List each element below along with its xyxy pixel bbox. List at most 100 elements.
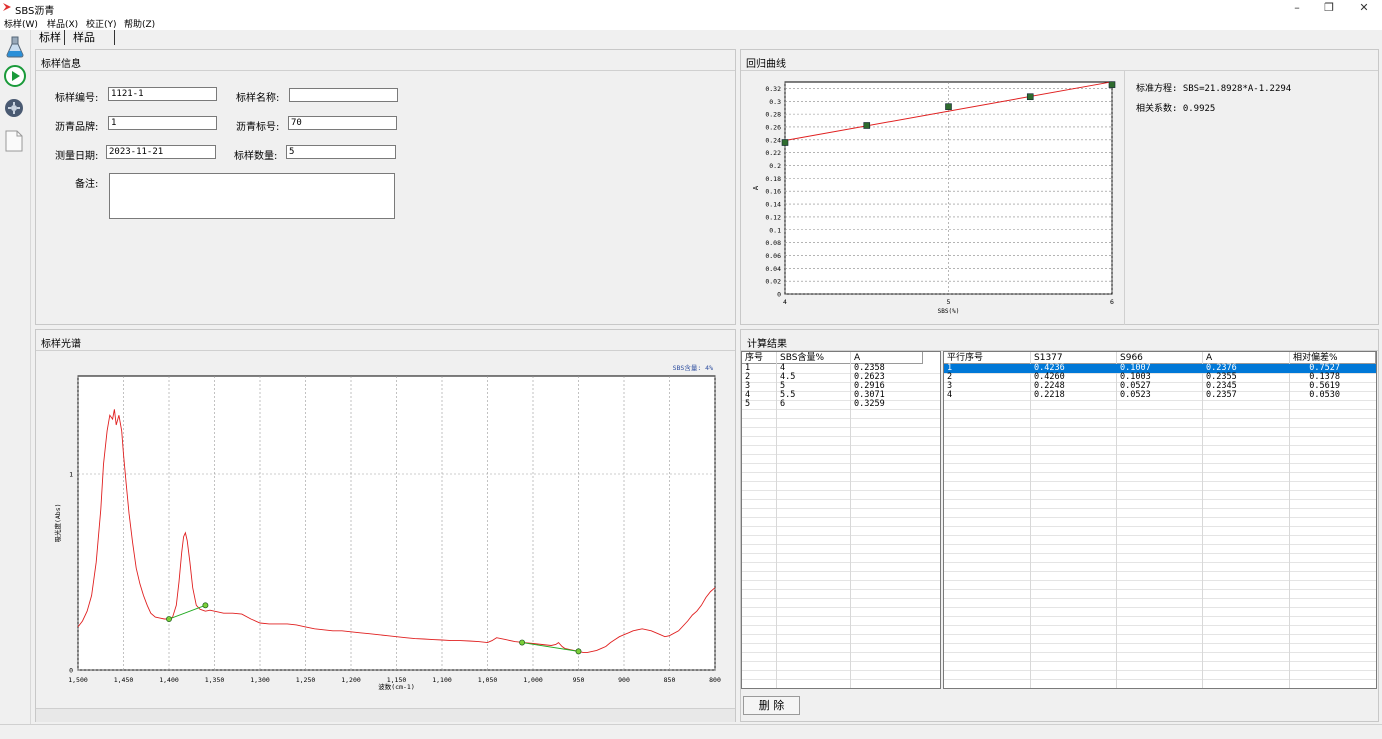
standards-table[interactable]: 序号 SBS含量% A 1 4 0.2358 2 4.5 0.2623 3 5 0.2916 4 5.5 0…: [741, 351, 941, 689]
row-gridline: [742, 454, 940, 455]
row-gridline: [944, 445, 1376, 446]
asphalt-brand-label: 沥青品牌:: [55, 122, 99, 133]
settings-icon[interactable]: [4, 98, 24, 118]
flask-icon[interactable]: [5, 36, 25, 58]
close-button[interactable]: ✕: [1349, 0, 1379, 16]
x-tick-label: 950: [573, 676, 585, 684]
document-icon[interactable]: [5, 130, 23, 152]
data-point: [1026, 93, 1034, 101]
x-tick-label: 6: [1110, 298, 1114, 306]
baseline-point: [202, 602, 209, 609]
table-cell[interactable]: 4: [947, 391, 952, 400]
column-gridline: [776, 352, 777, 688]
data-point: [945, 103, 952, 110]
panel-title-regression: 回归曲线: [746, 59, 786, 70]
title-bar: [0, 0, 1382, 16]
y-tick-label: 0.28: [765, 111, 781, 119]
row-gridline: [742, 508, 940, 509]
x-axis-label: SBS(%): [938, 308, 960, 315]
row-gridline: [742, 472, 940, 473]
row-gridline: [944, 670, 1376, 671]
table-cell[interactable]: 0.2357: [1206, 391, 1237, 400]
row-gridline: [742, 535, 940, 536]
y-tick-label: 0.32: [765, 85, 781, 93]
asphalt-grade-field[interactable]: 70: [288, 116, 397, 130]
divider: [36, 70, 735, 71]
x-tick-label: 1,050: [478, 676, 498, 684]
column-gridline: [1030, 352, 1031, 688]
y-tick-label: 0.22: [765, 149, 781, 157]
row-gridline: [944, 580, 1376, 581]
menu-bar: [0, 16, 1382, 30]
column-gridline: [1116, 352, 1117, 688]
parallel-results-table[interactable]: 平行序号 S1377 S966 A 相对偏差% 1 0.4236 0.1007 0.2376 0.…: [943, 351, 1377, 689]
y-tick-label: 0: [777, 291, 781, 299]
table-cell[interactable]: 0.0530: [1290, 391, 1340, 400]
row-gridline: [742, 562, 940, 563]
play-icon[interactable]: [4, 65, 26, 87]
row-gridline: [742, 544, 940, 545]
measure-date-field[interactable]: 2023-11-21: [106, 145, 216, 159]
row-gridline: [944, 409, 1376, 410]
y-tick-label: 0.12: [765, 213, 781, 221]
row-gridline: [742, 418, 940, 419]
row-gridline: [944, 472, 1376, 473]
row-gridline: [944, 643, 1376, 644]
row-gridline: [742, 634, 940, 635]
table-cell[interactable]: 5: [745, 400, 750, 409]
row-gridline: [742, 571, 940, 572]
notes-textarea[interactable]: [109, 173, 395, 219]
table-cell[interactable]: 0.0523: [1120, 391, 1151, 400]
menu-sample[interactable]: 样品(X): [47, 17, 78, 30]
row-gridline: [944, 481, 1376, 482]
row-gridline: [742, 382, 940, 383]
y-axis-label: 吸光度(Abs): [53, 503, 62, 542]
row-gridline: [742, 661, 940, 662]
row-gridline: [742, 409, 940, 410]
row-gridline: [944, 463, 1376, 464]
x-tick-label: 5: [947, 298, 951, 306]
row-gridline: [944, 553, 1376, 554]
spectrum-chart: 1,500 1,450 1,400 1,350 1,300 1,250 1,200 1,150…: [53, 363, 721, 691]
baseline-point: [519, 639, 526, 646]
restore-button[interactable]: ❐: [1314, 0, 1344, 16]
row-gridline: [742, 427, 940, 428]
menu-standard[interactable]: 标样(W): [4, 17, 38, 30]
tab-sample[interactable]: 样品: [70, 30, 115, 45]
table-cell[interactable]: 6: [780, 400, 785, 409]
row-gridline: [742, 436, 940, 437]
row-gridline: [742, 679, 940, 680]
standard-count-field[interactable]: 5: [286, 145, 396, 159]
y-tick-label: 0.14: [765, 201, 781, 209]
column-header[interactable]: 平行序号: [944, 352, 1031, 364]
table-cell[interactable]: 0.2218: [1034, 391, 1065, 400]
standard-id-field[interactable]: 1121-1: [108, 87, 217, 101]
row-gridline: [944, 607, 1376, 608]
minimize-button[interactable]: –: [1282, 0, 1312, 16]
standard-name-field[interactable]: [289, 88, 398, 102]
delete-button[interactable]: 删 除: [743, 696, 800, 715]
row-gridline: [944, 454, 1376, 455]
row-gridline: [944, 598, 1376, 599]
x-tick-label: 1,000: [523, 676, 543, 684]
data-point: [863, 122, 871, 129]
asphalt-brand-field[interactable]: 1: [108, 116, 217, 130]
horizontal-scrollbar[interactable]: [36, 708, 735, 722]
divider: [36, 350, 735, 351]
data-point: [1108, 81, 1116, 88]
y-tick-label: 0.08: [765, 239, 781, 247]
row-gridline: [944, 526, 1376, 527]
row-gridline: [944, 517, 1376, 518]
table-cell[interactable]: 0.3259: [854, 400, 885, 409]
tab-standard[interactable]: 标样: [36, 30, 65, 45]
baseline-point: [575, 648, 582, 655]
menu-help[interactable]: 帮助(Z): [124, 17, 155, 30]
y-tick-label: 0.24: [765, 136, 781, 144]
column-header[interactable]: SBS含量%: [777, 352, 851, 364]
x-tick-label: 1,350: [205, 676, 225, 684]
menu-calibrate[interactable]: 校正(Y): [86, 17, 117, 30]
standard-equation: 标准方程: SBS=21.8928*A-1.2294: [1136, 84, 1292, 94]
row-gridline: [944, 436, 1376, 437]
x-tick-label: 1,300: [250, 676, 270, 684]
row-gridline: [742, 580, 940, 581]
